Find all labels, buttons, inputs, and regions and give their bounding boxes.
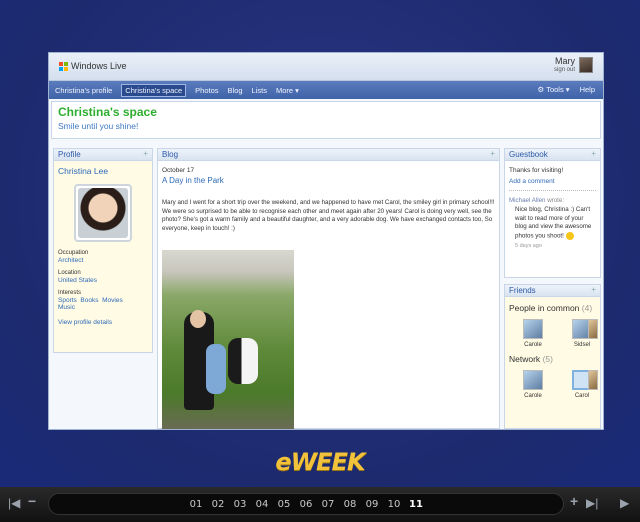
eweek-logo: eWEEK [275,448,365,476]
page-10[interactable]: 10 [387,499,401,510]
zoom-out-icon[interactable]: − [28,494,36,508]
page-05[interactable]: 05 [277,499,291,510]
blog-panel: Blog + October 17 A Day in the Park Mary… [157,148,500,429]
friends-panel: Friends + People in common (4) Carole Si… [504,284,601,429]
people-in-common-heading: People in common (4) [509,303,593,313]
page-06[interactable]: 06 [299,499,313,510]
friends-heading: Friends [509,286,536,295]
profile-panel: Profile + Christina Lee Occupation Archi… [53,148,153,353]
expand-icon: + [490,149,495,158]
slideshow-controls: |◀ − 01 02 03 04 05 06 07 08 09 10 11 + … [0,487,640,522]
play-icon[interactable]: ▶ [620,497,629,509]
last-slide-icon[interactable]: ▶| [586,497,598,509]
sign-out-link: sign out [553,67,575,73]
expand-icon: + [143,149,148,158]
nav-photos: Photos [195,85,219,95]
comment-text: Nice blog, Christina :) Can't wait to re… [515,206,592,240]
post-title: A Day in the Park [162,176,224,185]
user-area: Mary sign out [554,57,593,75]
expand-icon: + [591,285,596,294]
nav-profile: Christina's profile [55,85,113,95]
friend-card: Carole [519,370,547,399]
comment-time: 5 days ago [515,242,542,249]
windows-flag-icon [59,61,68,71]
smiley-icon [565,231,574,240]
interests-list: Sports Books Movies Music [58,297,123,311]
space-banner: Christina's space Smile until you shine! [51,101,601,139]
profile-heading: Profile [58,150,81,159]
page-09[interactable]: 09 [365,499,379,510]
profile-name: Christina Lee [58,166,109,176]
network-heading: Network (5) [509,354,553,364]
space-nav: Christina's profile Christina's space Ph… [49,81,603,99]
space-title: Christina's space [58,105,157,119]
page-11[interactable]: 11 [409,499,423,510]
page-02[interactable]: 02 [211,499,225,510]
page-01[interactable]: 01 [189,499,203,510]
post-text: Mary and I went for a short trip over th… [162,199,495,232]
first-slide-icon[interactable]: |◀ [8,497,20,509]
friend-avatar [523,370,543,390]
nav-space: Christina's space [121,83,187,97]
nav-lists: Lists [251,85,267,95]
friend-card: Carole [519,319,547,348]
nav-tools: ⚙ Tools ▾ [537,85,570,94]
view-profile-link: View profile details [58,319,113,326]
page-03[interactable]: 03 [233,499,247,510]
expand-icon: + [591,149,596,158]
screenshot-image: Windows Live Mary sign out Christina's p… [48,52,604,430]
post-date: October 17 [162,167,195,174]
user-avatar [579,57,593,73]
user-name: Mary [555,56,575,66]
guestbook-heading: Guestbook [509,150,548,159]
add-comment-link: Add a comment [509,178,555,185]
logo-text: Windows Live [71,61,127,71]
nav-more: More ▾ [275,85,299,95]
blog-heading: Blog [162,150,179,159]
slideshow-stage: Windows Live Mary sign out Christina's p… [0,0,640,487]
profile-photo [74,184,132,242]
page-08[interactable]: 08 [343,499,357,510]
guestbook-panel: Guestbook + Thanks for visiting! Add a c… [504,148,601,278]
friend-avatar [588,319,598,339]
space-subtitle: Smile until you shine! [58,121,139,131]
friend-avatar [523,319,543,339]
friend-avatar [588,370,598,390]
windows-live-logo: Windows Live [59,61,127,71]
post-photo [162,250,294,429]
comment-author: Michael Allen wrote: [509,197,565,204]
page-04[interactable]: 04 [255,499,269,510]
nav-help: Help [579,85,595,94]
windows-live-header: Windows Live Mary sign out [49,53,603,81]
nav-blog: Blog [227,85,243,95]
zoom-in-icon[interactable]: + [570,494,578,508]
page-07[interactable]: 07 [321,499,335,510]
page-selector: 01 02 03 04 05 06 07 08 09 10 11 [48,493,564,515]
